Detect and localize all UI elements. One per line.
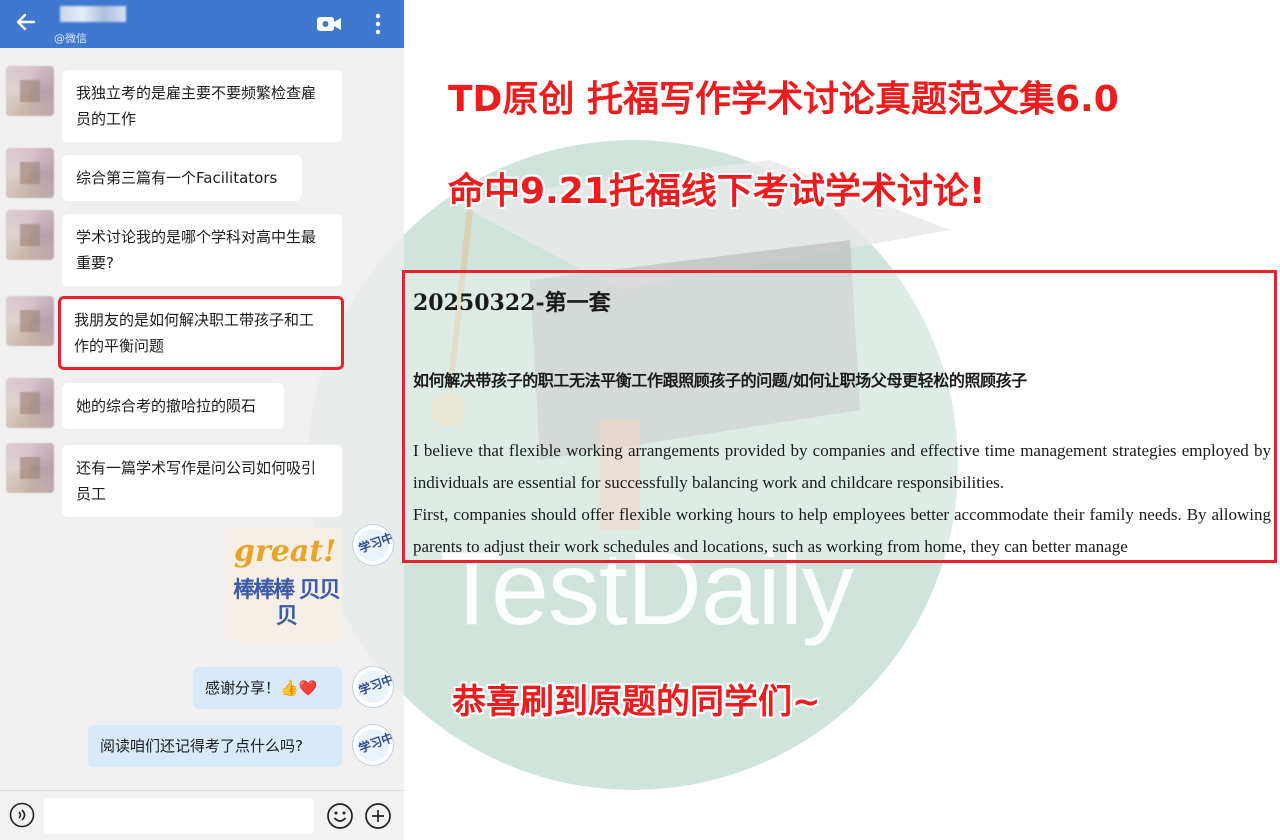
add-attachment-icon[interactable] <box>364 802 392 830</box>
message-bubble[interactable]: 她的综合考的撤哈拉的陨石 <box>62 383 284 429</box>
message-input[interactable] <box>44 798 314 834</box>
essay-body: I believe that flexible working arrangem… <box>413 435 1271 560</box>
back-arrow-icon[interactable] <box>14 10 38 34</box>
contact-name-blurred <box>60 6 126 22</box>
chat-input-bar <box>0 790 404 840</box>
video-call-icon[interactable] <box>316 14 342 34</box>
message-bubble[interactable]: 我独立考的是雇主要不要频繁检查雇员的工作 <box>62 70 342 142</box>
essay-paragraph: I believe that flexible working arrangem… <box>413 441 1271 492</box>
message-bubble[interactable]: 综合第三篇有一个Facilitators <box>62 155 302 201</box>
chat-panel: @微信 我独立考的是雇主要不要频繁检查雇员的工作 综合第三篇有一个Facilit… <box>0 0 404 840</box>
avatar[interactable] <box>6 378 54 428</box>
message-bubble[interactable]: 还有一篇学术写作是问公司如何吸引员工 <box>62 445 342 517</box>
sticker-caption: 棒棒棒 贝贝贝 <box>233 578 341 629</box>
avatar[interactable] <box>6 66 54 116</box>
my-avatar[interactable]: 学习中 <box>352 724 394 766</box>
my-avatar[interactable]: 学习中 <box>352 666 394 708</box>
promo-congrats: 恭喜刷到原题的同学们~ <box>452 682 821 722</box>
avatar[interactable] <box>6 443 54 493</box>
message-bubble[interactable]: 学术讨论我的是哪个学科对高中生最重要? <box>62 214 342 286</box>
chat-header: @微信 <box>0 0 404 48</box>
essay-title: 20250322-第一套 <box>413 290 611 316</box>
essay-excerpt: 20250322-第一套 如何解决带孩子的职工无法平衡工作跟照顾孩子的问题/如何… <box>402 270 1277 563</box>
avatar[interactable] <box>6 148 54 198</box>
avatar[interactable] <box>6 210 54 260</box>
voice-input-icon[interactable] <box>9 802 35 828</box>
great-sticker[interactable]: great! 棒棒棒 贝贝贝 <box>226 528 342 642</box>
promo-title: TD原创 托福写作学术讨论真题范文集6.0 <box>448 79 1119 120</box>
more-options-icon[interactable] <box>370 12 386 36</box>
emoji-icon[interactable] <box>326 802 354 830</box>
my-message-bubble[interactable]: 感谢分享！👍❤️ <box>193 667 342 709</box>
essay-paragraph: First, companies should offer flexible w… <box>413 505 1271 556</box>
highlighted-message-bubble[interactable]: 我朋友的是如何解决职工带孩子和工作的平衡问题 <box>58 296 344 370</box>
my-avatar[interactable]: 学习中 <box>352 524 394 566</box>
promo-subtitle: 命中9.21托福线下考试学术讨论! <box>448 171 986 212</box>
sticker-headline: great! <box>234 534 337 569</box>
essay-topic: 如何解决带孩子的职工无法平衡工作跟照顾孩子的问题/如何让职场父母更轻松的照顾孩子 <box>413 371 1027 390</box>
contact-source: @微信 <box>54 32 87 45</box>
my-message-bubble[interactable]: 阅读咱们还记得考了点什么吗? <box>88 725 342 767</box>
avatar[interactable] <box>6 296 54 346</box>
